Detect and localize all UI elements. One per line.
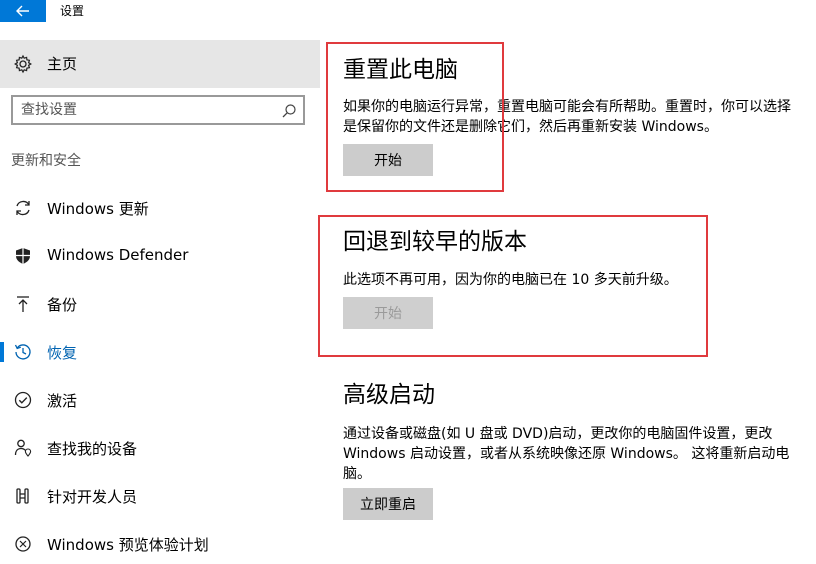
sidebar-item-label: 激活 — [47, 392, 78, 410]
search-box[interactable] — [11, 95, 305, 125]
sidebar-item-home[interactable]: 主页 — [0, 40, 320, 88]
sidebar: 设置 主页 更新和安全 Windows 更新 Windows Defender — [0, 0, 320, 558]
upload-arrow-icon — [17, 296, 29, 312]
sidebar-item-activation[interactable]: 激活 — [0, 380, 320, 420]
main-content: 重置此电脑 如果你的电脑运行异常，重置电脑可能会有所帮助。重置时，你可以选择是保… — [318, 0, 816, 558]
section-label: 更新和安全 — [11, 153, 81, 169]
sidebar-item-label: 查找我的设备 — [47, 440, 138, 458]
back-arrow-icon — [16, 5, 29, 17]
insider-icon — [15, 536, 31, 552]
search-input[interactable] — [21, 101, 271, 119]
sidebar-item-label: 针对开发人员 — [47, 488, 138, 506]
check-circle-icon — [14, 391, 32, 409]
shield-icon — [16, 248, 30, 264]
sidebar-item-windows-defender[interactable]: Windows Defender — [0, 236, 320, 276]
highlight-box — [326, 42, 504, 192]
sidebar-item-label: Windows 预览体验计划 — [47, 536, 209, 554]
sidebar-item-insider[interactable]: Windows 预览体验计划 — [0, 524, 320, 564]
highlight-box — [318, 215, 708, 357]
title-bar: 设置 — [0, 0, 320, 22]
sidebar-item-windows-update[interactable]: Windows 更新 — [0, 188, 320, 228]
gear-icon — [14, 54, 32, 74]
sidebar-item-backup[interactable]: 备份 — [0, 284, 320, 324]
sidebar-item-label: 主页 — [47, 55, 78, 73]
sidebar-item-for-developers[interactable]: 针对开发人员 — [0, 476, 320, 516]
search-icon[interactable] — [281, 103, 297, 119]
sidebar-item-label: 备份 — [47, 296, 78, 314]
sidebar-item-label: Windows 更新 — [47, 200, 149, 218]
sidebar-item-label: 恢复 — [47, 344, 78, 362]
sidebar-item-label: Windows Defender — [47, 246, 189, 264]
restart-now-button[interactable]: 立即重启 — [343, 488, 433, 520]
advanced-startup-description: 通过设备或磁盘(如 U 盘或 DVD)启动，更改你的电脑固件设置，更改 Wind… — [343, 426, 790, 482]
app-title: 设置 — [60, 4, 85, 18]
person-location-icon — [14, 439, 32, 457]
sync-icon — [16, 200, 30, 216]
back-button[interactable] — [0, 0, 46, 22]
sidebar-item-find-my-device[interactable]: 查找我的设备 — [0, 428, 320, 468]
developer-tools-icon — [16, 488, 29, 504]
sidebar-item-recovery[interactable]: 恢复 — [0, 332, 320, 372]
history-icon — [14, 344, 31, 360]
advanced-startup-title: 高级启动 — [343, 382, 435, 408]
